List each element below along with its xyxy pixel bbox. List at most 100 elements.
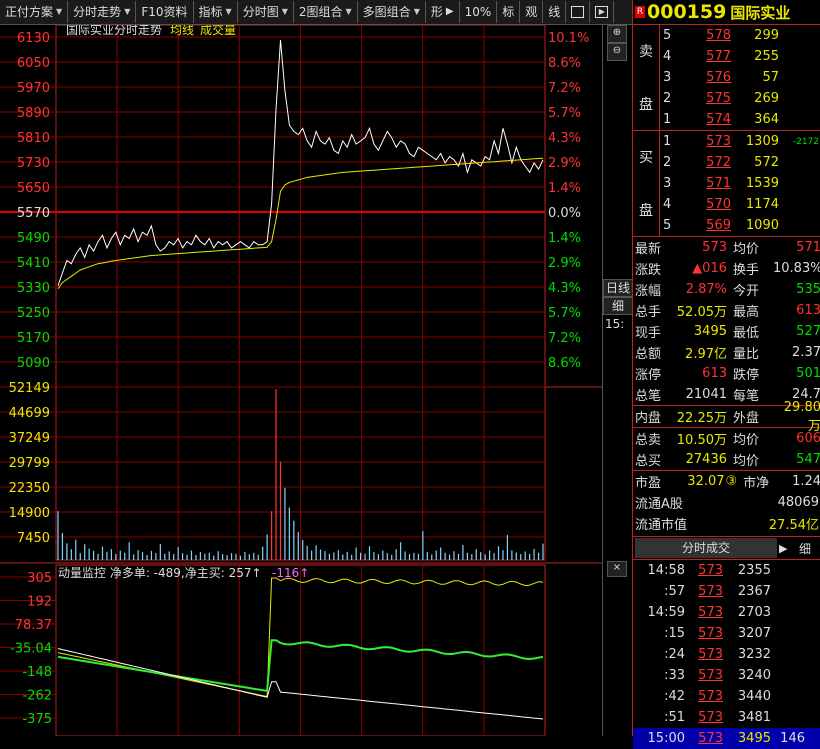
price-tick-label: 5170 bbox=[17, 331, 50, 346]
window-icon-button[interactable] bbox=[566, 1, 591, 23]
bid-price[interactable]: 571 bbox=[683, 176, 731, 191]
stat-label-2: 均价 bbox=[733, 433, 760, 448]
monitor-tick-label: -148 bbox=[22, 665, 52, 680]
ticks-detail-button[interactable]: 细 bbox=[799, 540, 820, 557]
ask-price[interactable]: 578 bbox=[683, 28, 731, 43]
ask-volume: 269 bbox=[754, 91, 779, 106]
scheme-button[interactable]: 正付方案 ▼ bbox=[0, 1, 69, 23]
ask-volume: 299 bbox=[754, 28, 779, 43]
ask-volume: 57 bbox=[762, 70, 779, 85]
price-tick-label: 5330 bbox=[17, 281, 50, 296]
intraday-chart-label: 分时图 bbox=[242, 5, 279, 19]
tick-volume: 2355 bbox=[737, 563, 771, 578]
side-detail-button[interactable]: 细 bbox=[603, 297, 633, 315]
stat-value-2: 571 bbox=[796, 240, 820, 255]
ask-price[interactable]: 577 bbox=[683, 49, 731, 64]
pct-tick-label: 4.3% bbox=[548, 281, 581, 296]
stat-label: 总笔 bbox=[635, 389, 662, 404]
tick-row[interactable]: :57 573 2367 bbox=[633, 581, 820, 602]
stat-value: 21041 bbox=[685, 387, 727, 402]
f10-button[interactable]: F10资料 bbox=[136, 1, 194, 23]
bid-row[interactable]: 1 573 1309 -2172 bbox=[659, 131, 820, 152]
ticks-arrow-icon[interactable]: ▶ bbox=[779, 542, 799, 555]
intraday-button[interactable]: 分时走势 ▼ bbox=[68, 1, 137, 23]
stats3-block: 总卖 10.50万 均价 606 总买 27436 均价 547 bbox=[633, 428, 820, 471]
pct-tick-label: 1.4% bbox=[548, 231, 581, 246]
tick-row[interactable]: :51 573 3481 bbox=[633, 707, 820, 728]
bid-price[interactable]: 569 bbox=[683, 218, 731, 233]
intraday-chart-button[interactable]: 分时图 ▼ bbox=[238, 1, 294, 23]
side-time: 15: bbox=[605, 317, 625, 331]
stat-value: 2.87% bbox=[685, 282, 727, 297]
ask-row[interactable]: 4 577 255 bbox=[659, 46, 820, 67]
bid-price[interactable]: 570 bbox=[683, 197, 731, 212]
pct-tick-label: 8.6% bbox=[548, 356, 581, 371]
ask-row[interactable]: 5 578 299 bbox=[659, 25, 820, 46]
tick-row[interactable]: :15 573 3207 bbox=[633, 623, 820, 644]
bid-row[interactable]: 3 571 1539 bbox=[659, 173, 820, 194]
ask-row[interactable]: 3 576 57 bbox=[659, 67, 820, 88]
shape-button[interactable]: 形 ▶ bbox=[426, 1, 460, 23]
ask-side-label: 卖 盘 bbox=[633, 25, 660, 130]
ask-level: 4 bbox=[663, 49, 672, 64]
bid-level: 4 bbox=[663, 197, 672, 212]
bid-volume: 572 bbox=[754, 155, 779, 170]
line-button[interactable]: 线 bbox=[543, 1, 567, 23]
window-icon bbox=[571, 6, 585, 18]
two-chart-button[interactable]: 2图组合 ▼ bbox=[294, 1, 358, 23]
line-label: 线 bbox=[548, 5, 561, 19]
multi-chart-label: 多图组合 bbox=[362, 5, 411, 19]
ask-row[interactable]: 2 575 269 bbox=[659, 88, 820, 109]
quote-panel: R 000159 国际实业 卖 盘 5 578 299 4 577 255 3 576 57 2 5… bbox=[632, 0, 820, 749]
tick-row[interactable]: :33 573 3240 bbox=[633, 665, 820, 686]
ask-price[interactable]: 576 bbox=[683, 70, 731, 85]
indicator-button[interactable]: 指标 ▼ bbox=[194, 1, 238, 23]
pe-badge: ③ bbox=[725, 474, 738, 489]
ask-price[interactable]: 575 bbox=[683, 91, 731, 106]
bid-price[interactable]: 572 bbox=[683, 155, 731, 170]
intraday-chart[interactable]: 6130 10.1% 6050 8.6% 5970 7.2% 5890 5.7% 5810 4.3… bbox=[0, 22, 602, 737]
multi-chart-button[interactable]: 多图组合 ▼ bbox=[358, 1, 426, 23]
shape-label: 形 bbox=[430, 5, 443, 19]
volume-tick-label: 14900 bbox=[9, 506, 50, 521]
ticks-list: 14:58 573 2355:57 573 2367 14:59 573 2703:15 573… bbox=[633, 560, 820, 749]
view-label: 观 bbox=[525, 5, 538, 19]
stat-value: 52.05万 bbox=[676, 305, 727, 320]
zoom-out-button[interactable]: ⊖ bbox=[607, 43, 627, 61]
stat-value-2: 547 bbox=[796, 452, 820, 467]
tick-row[interactable]: 14:59 573 2703 bbox=[633, 602, 820, 623]
tick-row[interactable]: :42 573 3440 bbox=[633, 686, 820, 707]
bid-row[interactable]: 4 570 1174 bbox=[659, 194, 820, 215]
bid-label-1: 买 bbox=[639, 150, 653, 167]
tick-row[interactable]: 15:00 573 3495 146 bbox=[633, 728, 820, 749]
daily-line-label: 日线 bbox=[605, 281, 630, 295]
view-button[interactable]: 观 bbox=[520, 1, 544, 23]
float-value: 48069 bbox=[777, 495, 819, 510]
tick-row[interactable]: 14:58 573 2355 bbox=[633, 560, 820, 581]
monitor-value: -116↑ bbox=[272, 566, 309, 580]
stock-code[interactable]: 000159 bbox=[647, 1, 726, 23]
bid-level: 3 bbox=[663, 176, 672, 191]
ask-level: 3 bbox=[663, 70, 672, 85]
ask-row[interactable]: 1 574 364 bbox=[659, 109, 820, 130]
bid-level: 1 bbox=[663, 134, 672, 149]
ask-price[interactable]: 574 bbox=[683, 112, 731, 127]
ticks-title[interactable]: 分时成交 bbox=[635, 538, 777, 558]
stat-row: 最新 573 均价 571 bbox=[633, 237, 820, 258]
bid-row[interactable]: 2 572 572 bbox=[659, 152, 820, 173]
ten-percent-button[interactable]: 10% bbox=[460, 1, 498, 23]
stats2-block: 内盘 22.25万 外盘 29.80万 bbox=[633, 400, 820, 434]
next-icon-button[interactable]: ▶ bbox=[590, 1, 615, 23]
pct-tick-label: 5.7% bbox=[548, 106, 581, 121]
bid-price[interactable]: 573 bbox=[683, 134, 731, 149]
tick-row[interactable]: :24 573 3232 bbox=[633, 644, 820, 665]
close-icon-button[interactable]: × bbox=[607, 561, 627, 577]
zoom-in-button[interactable]: ⊕ bbox=[607, 25, 627, 43]
stat-value: ▲016 bbox=[692, 261, 727, 276]
stat-value-2: 527 bbox=[796, 324, 820, 339]
mark-button[interactable]: 标 bbox=[497, 1, 521, 23]
bid-row[interactable]: 5 569 1090 bbox=[659, 215, 820, 236]
daily-line-button[interactable]: 日线 bbox=[603, 279, 633, 297]
monitor-tick-label: 305 bbox=[27, 571, 52, 586]
pe-value: 32.07 bbox=[687, 474, 725, 489]
